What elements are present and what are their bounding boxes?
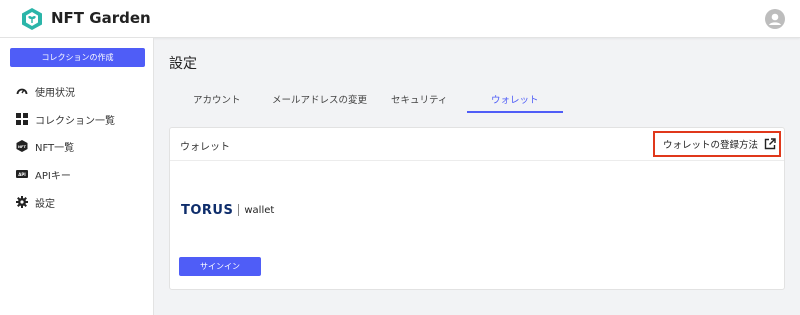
signin-button[interactable]: サインイン: [179, 257, 261, 276]
sidebar-item-usage[interactable]: 使用状況: [16, 83, 75, 99]
torus-brand-text: TORUS: [181, 202, 234, 218]
sidebar-item-label: 設定: [35, 198, 55, 210]
external-link-icon: [764, 138, 776, 150]
torus-wallet-logo: TORUS wallet: [181, 201, 274, 219]
sidebar-item-settings[interactable]: 設定: [16, 194, 55, 210]
wallet-registration-howto-link[interactable]: ウォレットの登録方法: [653, 131, 781, 157]
sidebar-item-label: APIキー: [35, 170, 71, 182]
sidebar-item-nfts[interactable]: NFT NFT一覧: [16, 138, 74, 154]
tab-security[interactable]: セキュリティ: [391, 92, 447, 106]
create-collection-button[interactable]: コレクションの作成: [10, 48, 145, 67]
active-tab-indicator: [467, 111, 563, 113]
gear-icon: [16, 196, 28, 208]
wallet-card-header: ウォレット ウォレットの登録方法: [170, 128, 784, 161]
speedometer-icon: [16, 85, 28, 97]
grid-icon: [16, 113, 28, 125]
sidebar-item-label: コレクション一覧: [35, 115, 115, 127]
torus-wallet-text: wallet: [244, 204, 275, 216]
howto-link-label: ウォレットの登録方法: [663, 140, 759, 151]
nft-icon: NFT: [16, 140, 28, 152]
tab-account[interactable]: アカウント: [193, 92, 241, 106]
svg-text:NFT: NFT: [18, 145, 26, 149]
brand-name: NFT Garden: [51, 9, 151, 27]
torus-separator: [238, 204, 240, 216]
nft-garden-logo-icon[interactable]: [20, 7, 44, 31]
settings-tabs: アカウント メールアドレスの変更 セキュリティ ウォレット: [169, 86, 785, 113]
sidebar-item-label: 使用状況: [35, 87, 75, 99]
sidebar-item-label: NFT一覧: [35, 142, 75, 154]
wallet-card-title: ウォレット: [180, 142, 230, 153]
sidebar-item-api-keys[interactable]: API APIキー: [16, 166, 71, 182]
sidebar-item-collections[interactable]: コレクション一覧: [16, 111, 115, 127]
svg-text:API: API: [18, 172, 26, 177]
user-avatar-icon[interactable]: [765, 9, 785, 29]
api-icon: API: [16, 168, 28, 180]
top-header: NFT Garden: [0, 0, 800, 38]
tab-wallet[interactable]: ウォレット: [491, 92, 539, 106]
wallet-card: ウォレット ウォレットの登録方法 TORUS wallet サインイン: [169, 127, 785, 290]
page-title: 設定: [169, 56, 197, 72]
sidebar: コレクションの作成 使用状況 コレクション一覧 NFT NFT一覧 API AP…: [0, 38, 154, 315]
tab-email-change[interactable]: メールアドレスの変更: [272, 92, 367, 106]
